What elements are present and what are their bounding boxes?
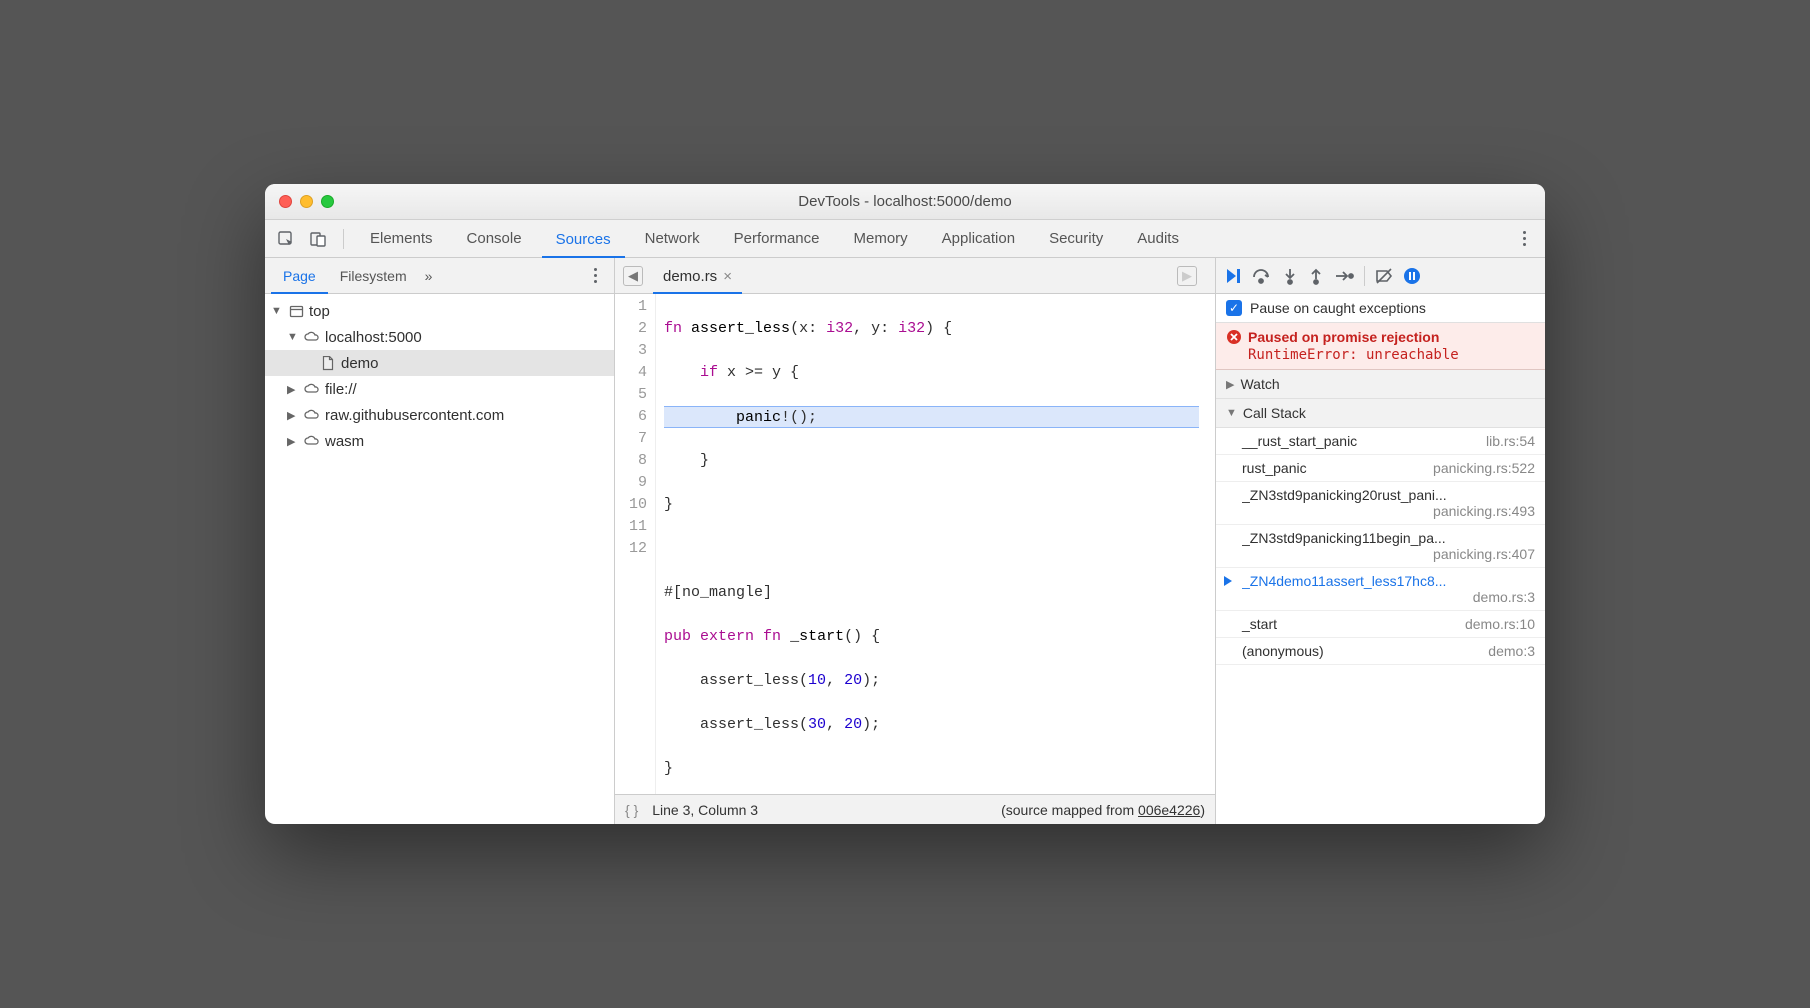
tree-file-scheme[interactable]: ▶file:// xyxy=(265,376,614,402)
tree-wasm[interactable]: ▶wasm xyxy=(265,428,614,454)
tab-performance[interactable]: Performance xyxy=(720,220,834,257)
window-title: DevTools - localhost:5000/demo xyxy=(265,193,1545,210)
cloud-icon xyxy=(303,435,321,447)
debugger-toolbar xyxy=(1216,258,1545,294)
cursor-position: Line 3, Column 3 xyxy=(652,802,758,818)
alert-detail: RuntimeError: unreachable xyxy=(1226,345,1535,363)
deactivate-breakpoints-button[interactable] xyxy=(1375,267,1393,285)
source-map-link[interactable]: 006e4226 xyxy=(1138,802,1200,818)
call-stack-list: lib.rs:54__rust_start_panic panicking.rs… xyxy=(1216,428,1545,824)
file-icon xyxy=(319,356,337,371)
frame-icon xyxy=(287,304,305,319)
pause-caught-label: Pause on caught exceptions xyxy=(1250,300,1426,316)
stack-frame-current[interactable]: _ZN4demo11assert_less17hc8...demo.rs:3 xyxy=(1216,568,1545,611)
tab-security[interactable]: Security xyxy=(1035,220,1117,257)
cloud-icon xyxy=(303,409,321,421)
code-editor[interactable]: 123456789101112 fn assert_less(x: i32, y… xyxy=(615,294,1215,794)
pause-exceptions-button[interactable] xyxy=(1403,267,1421,285)
file-tab-label: demo.rs xyxy=(663,268,717,285)
stack-frame[interactable]: _ZN3std9panicking20rust_pani...panicking… xyxy=(1216,482,1545,525)
zoom-window-button[interactable] xyxy=(321,195,334,208)
tab-audits[interactable]: Audits xyxy=(1123,220,1193,257)
stack-frame[interactable]: _ZN3std9panicking11begin_pa...panicking.… xyxy=(1216,525,1545,568)
tab-application[interactable]: Application xyxy=(928,220,1029,257)
navigator-more-tabs[interactable]: » xyxy=(419,268,439,284)
watch-section-header[interactable]: ▶Watch xyxy=(1216,370,1545,399)
pause-caught-checkbox[interactable]: ✓ xyxy=(1226,300,1242,316)
tab-network[interactable]: Network xyxy=(631,220,714,257)
tab-console[interactable]: Console xyxy=(453,220,536,257)
resume-button[interactable] xyxy=(1224,267,1242,285)
main-menu-icon[interactable] xyxy=(1511,226,1537,252)
stack-frame[interactable]: panicking.rs:522rust_panic xyxy=(1216,455,1545,482)
callstack-section-header[interactable]: ▼Call Stack xyxy=(1216,399,1545,428)
step-out-button[interactable] xyxy=(1308,267,1324,285)
error-icon xyxy=(1226,329,1242,345)
nav-back-button[interactable]: ◀ xyxy=(623,266,643,286)
tab-memory[interactable]: Memory xyxy=(840,220,922,257)
close-tab-icon[interactable]: × xyxy=(723,268,732,285)
nav-forward-button[interactable]: ▶ xyxy=(1177,266,1197,286)
cloud-icon xyxy=(303,383,321,395)
editor-tabs: ◀ demo.rs × ▶ xyxy=(615,258,1215,294)
devtools-window: DevTools - localhost:5000/demo Elements … xyxy=(265,184,1545,824)
step-into-button[interactable] xyxy=(1282,267,1298,285)
line-gutter: 123456789101112 xyxy=(615,294,656,794)
minimize-window-button[interactable] xyxy=(300,195,313,208)
step-button[interactable] xyxy=(1334,267,1354,285)
navigator-tabs: Page Filesystem » xyxy=(265,258,614,294)
tab-elements[interactable]: Elements xyxy=(356,220,447,257)
tree-file-demo[interactable]: demo xyxy=(265,350,614,376)
tree-host[interactable]: ▼localhost:5000 xyxy=(265,324,614,350)
inspect-element-icon[interactable] xyxy=(273,226,299,252)
close-window-button[interactable] xyxy=(279,195,292,208)
navigator-tab-filesystem[interactable]: Filesystem xyxy=(328,258,419,293)
file-tree: ▼top ▼localhost:5000 demo ▶file:// ▶raw.… xyxy=(265,294,614,824)
tree-raw-github[interactable]: ▶raw.githubusercontent.com xyxy=(265,402,614,428)
code-content[interactable]: fn assert_less(x: i32, y: i32) { if x >=… xyxy=(656,294,1215,794)
pause-caught-row[interactable]: ✓ Pause on caught exceptions xyxy=(1216,294,1545,323)
tree-top-frame[interactable]: ▼top xyxy=(265,298,614,324)
tab-sources[interactable]: Sources xyxy=(542,221,625,258)
stack-frame[interactable]: demo.rs:10_start xyxy=(1216,611,1545,638)
navigator-pane: Page Filesystem » ▼top ▼localhost:5000 d… xyxy=(265,258,615,824)
navigator-tab-page[interactable]: Page xyxy=(271,259,328,294)
editor-statusbar: { } Line 3, Column 3 (source mapped from… xyxy=(615,794,1215,824)
editor-pane: ◀ demo.rs × ▶ 123456789101112 fn assert_… xyxy=(615,258,1215,824)
cloud-icon xyxy=(303,331,321,343)
navigator-menu-icon[interactable] xyxy=(582,263,608,289)
titlebar: DevTools - localhost:5000/demo xyxy=(265,184,1545,220)
traffic-lights xyxy=(265,195,334,208)
main-tabbar: Elements Console Sources Network Perform… xyxy=(265,220,1545,258)
stack-frame[interactable]: lib.rs:54__rust_start_panic xyxy=(1216,428,1545,455)
source-map-info: (source mapped from 006e4226) xyxy=(1001,802,1205,818)
file-tab-demo-rs[interactable]: demo.rs × xyxy=(653,259,742,294)
debugger-pane: ✓ Pause on caught exceptions Paused on p… xyxy=(1215,258,1545,824)
stack-frame[interactable]: demo:3(anonymous) xyxy=(1216,638,1545,665)
step-over-button[interactable] xyxy=(1252,267,1272,285)
pretty-print-button[interactable]: { } xyxy=(625,802,638,818)
paused-alert: Paused on promise rejection RuntimeError… xyxy=(1216,323,1545,370)
device-toolbar-icon[interactable] xyxy=(305,226,331,252)
